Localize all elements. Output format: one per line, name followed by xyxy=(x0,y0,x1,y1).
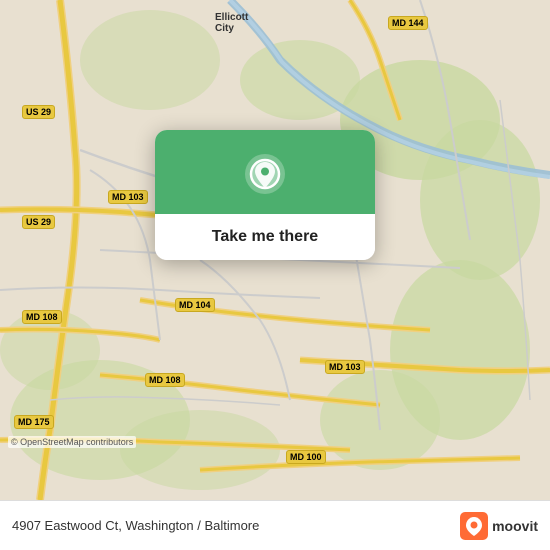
address-text: 4907 Eastwood Ct, Washington / Baltimore xyxy=(12,518,259,533)
moovit-text: moovit xyxy=(492,518,538,534)
shield-us29-mid: US 29 xyxy=(22,215,55,229)
take-me-there-button[interactable]: Take me there xyxy=(155,214,375,260)
shield-md103-right: MD 103 xyxy=(325,360,365,374)
popup-top xyxy=(155,130,375,214)
popup-card: Take me there xyxy=(155,130,375,260)
shield-md104: MD 104 xyxy=(175,298,215,312)
ellicott-city-label: EllicottCity xyxy=(215,12,248,34)
moovit-logo: moovit xyxy=(460,512,538,540)
bottom-bar: 4907 Eastwood Ct, Washington / Baltimore… xyxy=(0,500,550,550)
shield-md175: MD 175 xyxy=(14,415,54,429)
shield-md103-left: MD 103 xyxy=(108,190,148,204)
copyright-text: © OpenStreetMap contributors xyxy=(8,436,136,448)
location-pin-icon xyxy=(243,152,287,196)
shield-md108-lower: MD 108 xyxy=(145,373,185,387)
shield-md100: MD 100 xyxy=(286,450,326,464)
map-container: US 29 US 29 MD 103 MD 104 MD 108 MD 108 … xyxy=(0,0,550,500)
shield-md108-left: MD 108 xyxy=(22,310,62,324)
shield-us29-top: US 29 xyxy=(22,105,55,119)
shield-md144: MD 144 xyxy=(388,16,428,30)
moovit-icon xyxy=(460,512,488,540)
